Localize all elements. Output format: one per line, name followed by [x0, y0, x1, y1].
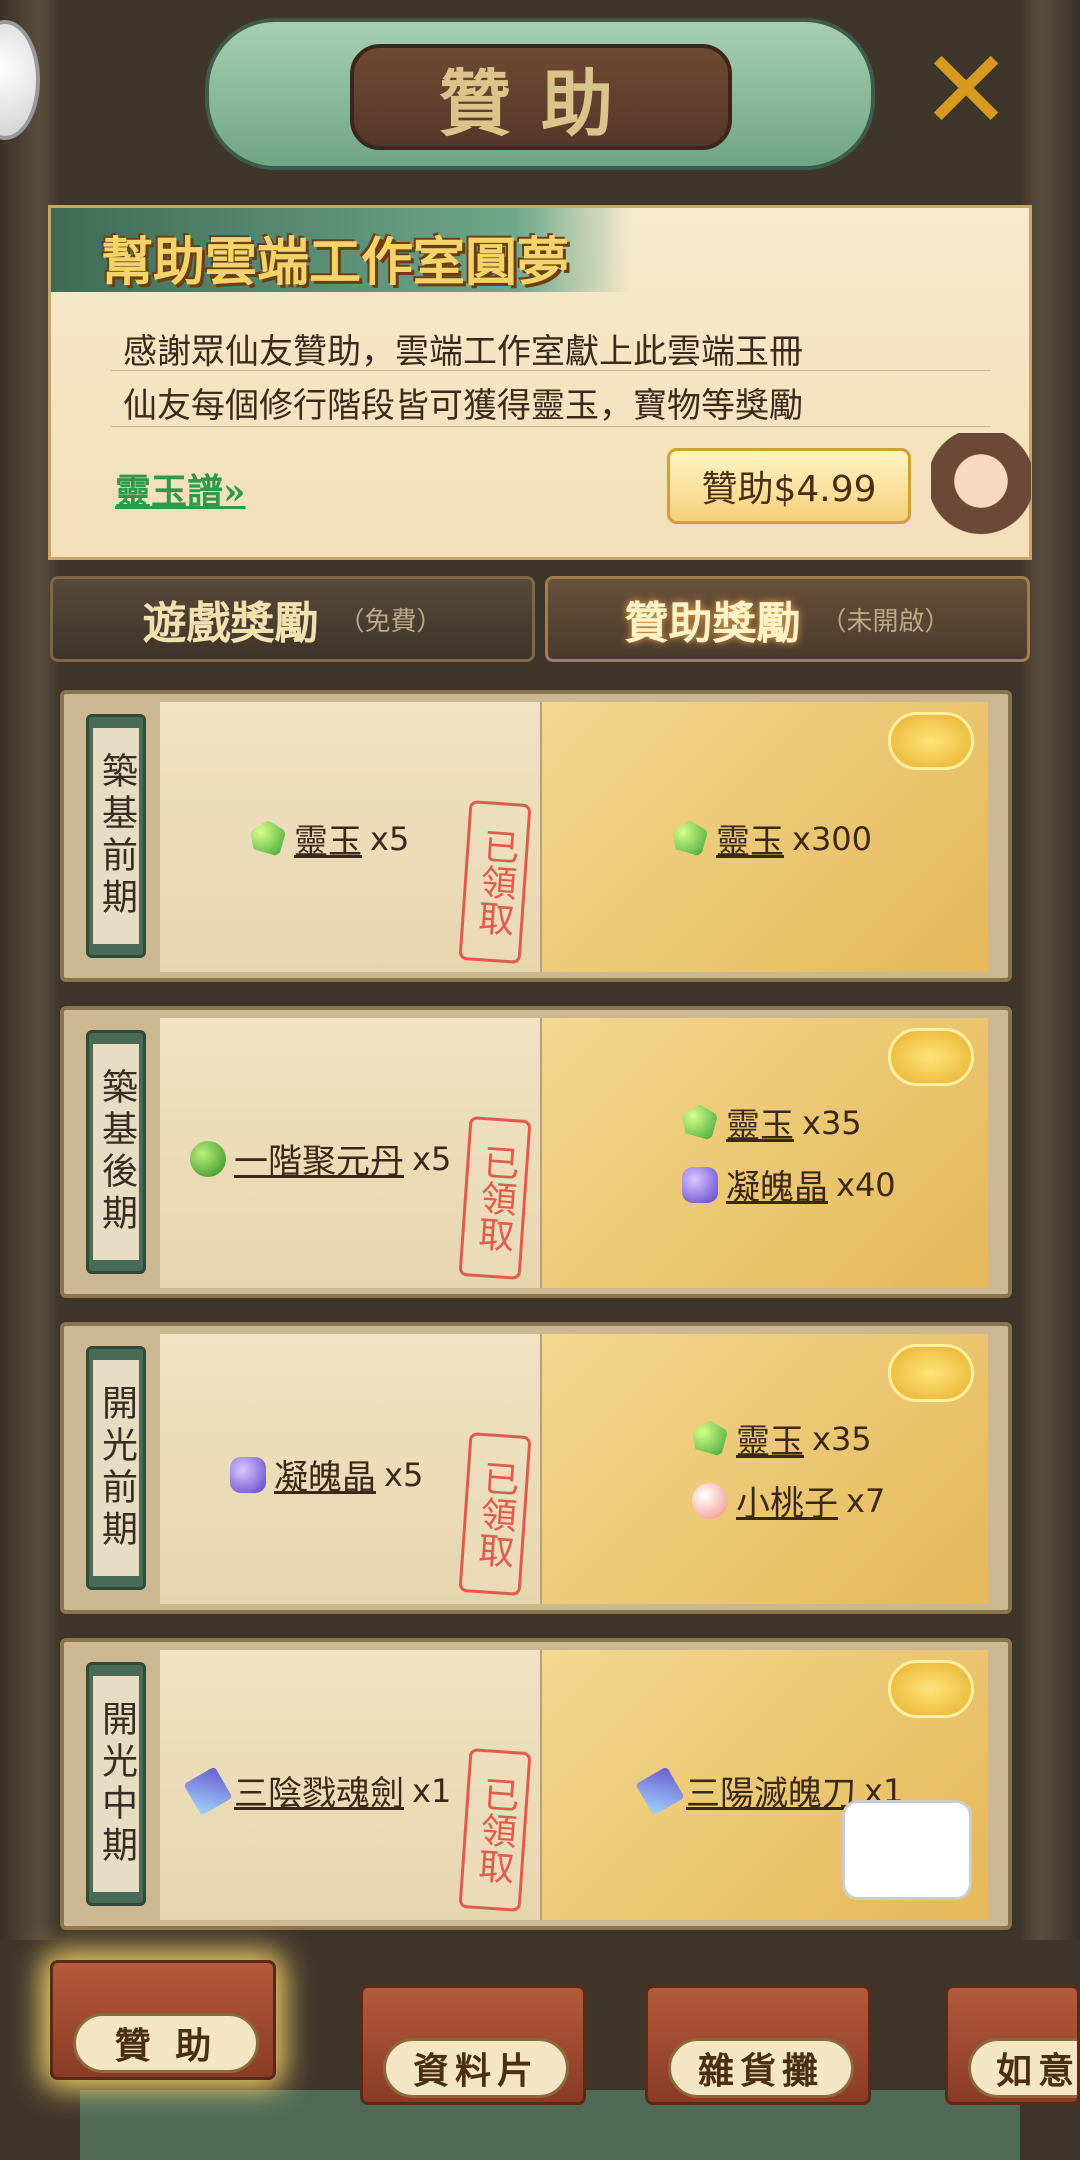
- sponsor-banner: 幫助雲端工作室圓夢 感謝眾仙友贊助，雲端工作室獻上此雲端玉冊 仙友每個修行階段皆…: [48, 205, 1032, 560]
- nav-label: 資料片: [383, 2038, 569, 2098]
- stage-label: 築基後期: [93, 1044, 139, 1260]
- lock-icon: [888, 1344, 974, 1402]
- stage-label: 開光中期: [93, 1676, 139, 1892]
- stage-label-frame: 開光前期: [86, 1346, 146, 1590]
- lock-icon: [888, 1028, 974, 1086]
- reward-tabs: 遊戲獎勵 （免費） 贊助獎勵 （未開啟）: [50, 576, 1030, 662]
- nav-label: 贊 助: [73, 2013, 259, 2073]
- stage-label: 開光前期: [93, 1360, 139, 1576]
- nav-ruyi[interactable]: 如意: [945, 1985, 1080, 2105]
- item-count: x300: [792, 819, 873, 858]
- item-count: x5: [370, 819, 410, 858]
- claimed-stamp: 已領取: [458, 1432, 532, 1596]
- jade-list-label: 靈玉譜: [115, 471, 224, 513]
- item-name: 靈玉: [726, 1106, 794, 1146]
- jade-list-link[interactable]: 靈玉譜»: [115, 463, 246, 515]
- jade-icon: [682, 1104, 718, 1141]
- sponsor-button[interactable]: 贊助$4.99: [667, 448, 911, 524]
- reward-item[interactable]: 靈玉 x35: [682, 1098, 862, 1147]
- reward-row: 開光前期 凝魄晶 x5 已領取 靈玉 x35 小桃子 x7: [60, 1322, 1012, 1614]
- free-reward-cell: 一階聚元丹 x5 已領取: [160, 1018, 542, 1288]
- nav-label: 如意: [968, 2038, 1077, 2098]
- paid-reward-cell: 靈玉 x300: [542, 702, 988, 972]
- item-name: 小桃子: [736, 1484, 838, 1524]
- item-count: x5: [412, 1139, 452, 1178]
- reward-row: 築基後期 一階聚元丹 x5 已領取 靈玉 x35 凝魄晶 x40: [60, 1006, 1012, 1298]
- lock-icon: [888, 1660, 974, 1718]
- free-reward-cell: 三陰戮魂劍 x1 已領取: [160, 1650, 542, 1920]
- pill-icon: [190, 1140, 226, 1177]
- reward-item[interactable]: 小桃子 x7: [692, 1476, 885, 1525]
- banner-title: 幫助雲端工作室圓夢: [101, 232, 570, 293]
- item-count: x35: [802, 1103, 862, 1142]
- item-name: 靈玉: [294, 822, 362, 862]
- tab-note: （未開啟）: [820, 606, 951, 637]
- stage-label-frame: 築基後期: [86, 1030, 146, 1274]
- tab-label: 贊助獎勵: [624, 598, 801, 649]
- tab-note: （免費）: [338, 606, 443, 637]
- item-name: 三陽滅魄刀: [686, 1774, 856, 1814]
- sword-icon: [183, 1765, 233, 1816]
- item-name: 三陰戮魂劍: [234, 1774, 404, 1814]
- reward-row: 開光中期 三陰戮魂劍 x1 已領取 三陽滅魄刀 x1: [60, 1638, 1012, 1930]
- item-count: x7: [846, 1481, 886, 1520]
- item-count: x35: [812, 1419, 872, 1458]
- free-reward-cell: 凝魄晶 x5 已領取: [160, 1334, 542, 1604]
- blade-icon: [635, 1765, 685, 1816]
- claimed-stamp: 已領取: [458, 1748, 532, 1912]
- item-name: 一階聚元丹: [234, 1142, 404, 1182]
- reward-item[interactable]: 靈玉 x5: [250, 814, 409, 863]
- lock-icon: [888, 712, 974, 770]
- reward-item[interactable]: 凝魄晶 x40: [682, 1160, 896, 1209]
- reward-row: 築基前期 靈玉 x5 已領取 靈玉 x300: [60, 690, 1012, 982]
- item-name: 凝魄晶: [726, 1168, 828, 1208]
- jade-icon: [672, 820, 708, 857]
- paid-reward-cell: 靈玉 x35 凝魄晶 x40: [542, 1018, 988, 1288]
- stage-label-frame: 築基前期: [86, 714, 146, 958]
- reward-item[interactable]: 凝魄晶 x5: [230, 1450, 423, 1499]
- stage-label-frame: 開光中期: [86, 1662, 146, 1906]
- nav-label: 雜貨攤: [668, 2038, 854, 2098]
- banner-text-line-2: 仙友每個修行階段皆可獲得靈玉，寶物等獎勵: [123, 386, 803, 426]
- banner-text-line-1: 感謝眾仙友贊助，雲端工作室獻上此雲端玉冊: [123, 332, 803, 372]
- jade-icon: [692, 1420, 728, 1457]
- claimed-stamp: 已領取: [458, 1116, 532, 1280]
- item-name: 靈玉: [716, 822, 784, 862]
- reward-item[interactable]: 靈玉 x300: [672, 814, 872, 863]
- stage-label: 築基前期: [93, 728, 139, 944]
- nav-expansion[interactable]: 資料片: [360, 1985, 586, 2105]
- nav-sponsor[interactable]: 贊 助: [50, 1960, 276, 2080]
- peach-icon: [692, 1482, 728, 1519]
- item-name: 靈玉: [736, 1422, 804, 1462]
- item-name: 凝魄晶: [274, 1458, 376, 1498]
- paid-reward-cell: 三陽滅魄刀 x1: [542, 1650, 988, 1920]
- item-count: x5: [384, 1455, 424, 1494]
- close-icon[interactable]: ✕: [920, 35, 1012, 145]
- free-reward-cell: 靈玉 x5 已領取: [160, 702, 542, 972]
- chevron-right-icon: »: [223, 471, 246, 513]
- chibi-character-image: [931, 433, 1031, 553]
- reward-item[interactable]: 三陰戮魂劍 x1: [183, 1765, 452, 1816]
- page-title: 贊助: [350, 44, 732, 150]
- weapon-popup-icon[interactable]: [842, 1800, 972, 1900]
- tab-label: 遊戲獎勵: [142, 598, 319, 649]
- crystal-icon: [230, 1456, 266, 1493]
- reward-item[interactable]: 靈玉 x35: [692, 1414, 872, 1463]
- reward-item[interactable]: 一階聚元丹 x5: [190, 1134, 451, 1183]
- claimed-stamp: 已領取: [458, 800, 532, 964]
- tab-game-rewards[interactable]: 遊戲獎勵 （免費）: [50, 576, 535, 662]
- item-count: x1: [412, 1771, 452, 1810]
- paid-reward-cell: 靈玉 x35 小桃子 x7: [542, 1334, 988, 1604]
- crystal-icon: [682, 1166, 718, 1203]
- jade-icon: [250, 820, 286, 857]
- tab-sponsor-rewards[interactable]: 贊助獎勵 （未開啟）: [545, 576, 1030, 662]
- item-count: x40: [836, 1165, 896, 1204]
- nav-grocery-stall[interactable]: 雜貨攤: [645, 1985, 871, 2105]
